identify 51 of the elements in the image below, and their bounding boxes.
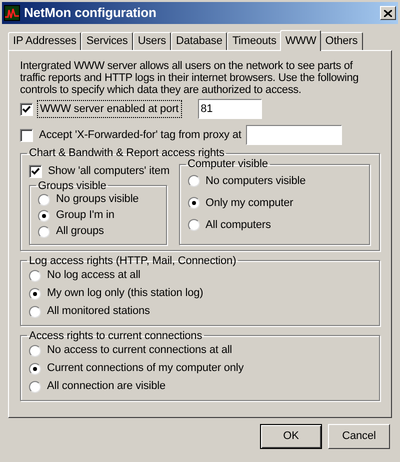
checkbox[interactable] [20, 128, 33, 142]
checkbox-label: Show 'all computers' item [48, 164, 170, 179]
tab[interactable]: Others [320, 32, 363, 50]
radio-label: No log access at all [47, 268, 140, 284]
window-title: NetMon configuration [24, 4, 158, 22]
radio-label: No groups visible [56, 192, 139, 208]
group-title: Log access rights (HTTP, Mail, Connection) [28, 254, 238, 266]
radio-label: My own log only (this station log) [47, 286, 204, 302]
radio-button[interactable] [38, 226, 50, 238]
radio-button[interactable] [29, 270, 41, 282]
port-field[interactable]: 81 [198, 99, 262, 119]
radio-label: All monitored stations [47, 304, 150, 320]
tab[interactable]: WWW [280, 30, 322, 51]
checkbox-label: WWW server enabled at port [37, 100, 182, 118]
radio-label: No access to current connections at all [47, 343, 232, 358]
radio-button[interactable] [188, 197, 200, 209]
radio-button[interactable] [29, 362, 41, 374]
radio-button[interactable] [29, 344, 41, 356]
group-title: Groups visible [37, 180, 108, 192]
radio-label: Only my computer [206, 196, 294, 211]
radio-label: No computers visible [206, 174, 306, 189]
app-icon [4, 5, 20, 21]
tab[interactable]: Users [132, 32, 172, 50]
tab[interactable]: IP Addresses [8, 32, 82, 50]
radio-label: All connection are visible [47, 379, 166, 394]
checkbox[interactable] [20, 102, 33, 116]
radio-label: Current connections of my computer only [47, 361, 244, 376]
ok-button[interactable]: OK [260, 424, 322, 449]
radio-label: All computers [206, 218, 271, 233]
radio-button[interactable] [29, 306, 41, 318]
radio-label: Group I'm in [56, 208, 114, 224]
checkbox-label: Accept 'X-Forwarded-for' tag from proxy at [39, 128, 242, 143]
radio-label: All groups [56, 224, 104, 240]
group-title: Computer visible [186, 158, 269, 170]
proxy-field[interactable] [246, 125, 342, 145]
group-title: Access rights to current connections [28, 330, 204, 342]
tab[interactable]: Database [171, 32, 228, 50]
tab[interactable]: Timeouts [227, 32, 282, 50]
close-button[interactable] [380, 6, 396, 20]
close-icon [384, 10, 392, 16]
radio-button[interactable] [38, 194, 50, 206]
radio-button[interactable] [29, 288, 41, 300]
cancel-button[interactable]: Cancel [328, 424, 390, 449]
radio-button[interactable] [188, 219, 200, 231]
radio-button[interactable] [38, 210, 50, 222]
group-title: Chart & Bandwith & Report access rights [28, 147, 226, 159]
tab[interactable]: Services [81, 32, 133, 50]
checkbox[interactable] [29, 164, 42, 178]
radio-button[interactable] [29, 380, 41, 392]
description: Intergrated WWW server allows all users on the network to see parts of traffic reports and HTTP logs in their internet browsers. Use the following controls to specify which data they are authorized to access. [20, 60, 360, 96]
radio-button[interactable] [188, 175, 200, 187]
